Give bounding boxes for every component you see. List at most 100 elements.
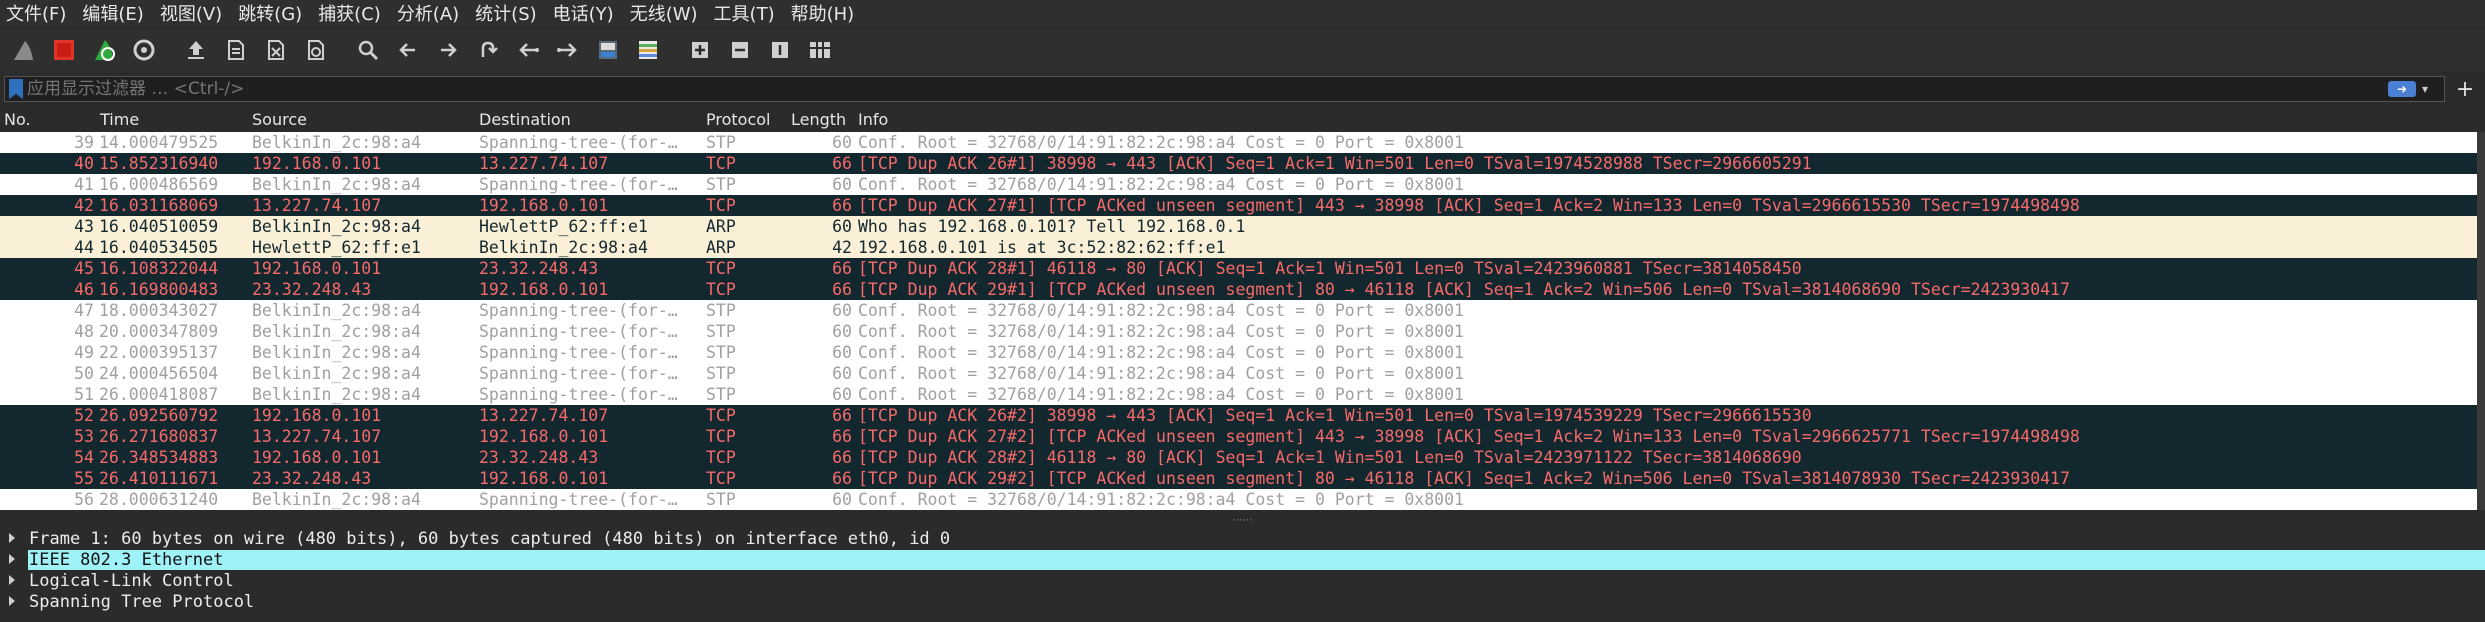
column-destination-header[interactable]: Destination — [479, 110, 571, 129]
packet-row[interactable]: 44 16.040534505 HewlettP_62:ff:e1 BelkinIn_… — [0, 237, 2485, 258]
menu-file[interactable]: 文件(F) — [6, 0, 66, 26]
packet-row[interactable]: 42 16.031168069 13.227.74.107 192.168.0.101… — [0, 195, 2485, 216]
go-first-icon[interactable] — [512, 34, 544, 66]
packet-no-cell: 47 — [74, 301, 94, 320]
packet-destination-cell: Spanning-tree-(for-… — [479, 322, 678, 341]
autoscroll-icon[interactable] — [592, 34, 624, 66]
packet-no-cell: 39 — [74, 133, 94, 152]
packet-source-cell: 192.168.0.101 — [252, 259, 382, 278]
packet-row[interactable]: 48 20.000347809 BelkinIn_2c:98:a4 Spanning-… — [0, 321, 2485, 342]
restart-capture-icon[interactable] — [88, 34, 120, 66]
packet-row[interactable]: 56 28.000631240 BelkinIn_2c:98:a4 Spanning-… — [0, 489, 2485, 510]
go-back-icon[interactable] — [392, 34, 424, 66]
packet-info-cell: Conf. Root = 32768/0/14:91:82:2c:98:a4 C… — [858, 364, 1464, 383]
go-last-icon[interactable] — [552, 34, 584, 66]
open-file-icon[interactable] — [180, 34, 212, 66]
packet-protocol-cell: STP — [706, 385, 736, 404]
packet-row[interactable]: 50 24.000456504 BelkinIn_2c:98:a4 Spanning-… — [0, 363, 2485, 384]
go-forward-icon[interactable] — [432, 34, 464, 66]
packet-length-cell: 66 — [832, 154, 852, 173]
packet-source-cell: 192.168.0.101 — [252, 448, 382, 467]
menu-analyze[interactable]: 分析(A) — [397, 0, 459, 26]
display-filter-input[interactable] — [27, 78, 2388, 100]
save-file-icon[interactable] — [220, 34, 252, 66]
zoom-out-icon[interactable] — [724, 34, 756, 66]
find-packet-icon[interactable] — [352, 34, 384, 66]
packet-destination-cell: Spanning-tree-(for-… — [479, 133, 678, 152]
packet-destination-cell: 192.168.0.101 — [479, 280, 609, 299]
zoom-in-icon[interactable] — [684, 34, 716, 66]
packet-info-cell: Conf. Root = 32768/0/14:91:82:2c:98:a4 C… — [858, 322, 1464, 341]
zoom-normal-icon[interactable] — [764, 34, 796, 66]
stop-capture-icon[interactable] — [48, 34, 80, 66]
packet-details-pane[interactable]: Frame 1: 60 bytes on wire (480 bits), 60… — [0, 528, 2485, 622]
detail-tree-item[interactable]: Spanning Tree Protocol — [0, 591, 2485, 612]
expand-arrow-icon[interactable] — [9, 575, 15, 585]
detail-tree-item[interactable]: IEEE 802.3 Ethernet — [0, 549, 2485, 570]
packet-time-cell: 26.000418087 — [99, 385, 219, 404]
packet-length-cell: 66 — [832, 259, 852, 278]
column-source-header[interactable]: Source — [252, 110, 307, 129]
column-time-header[interactable]: Time — [100, 110, 139, 129]
expand-arrow-icon[interactable] — [9, 554, 15, 564]
packet-destination-cell: 192.168.0.101 — [479, 196, 609, 215]
packet-time-cell: 22.000395137 — [99, 343, 219, 362]
packet-protocol-cell: TCP — [706, 196, 736, 215]
resize-columns-icon[interactable] — [804, 34, 836, 66]
packet-protocol-cell: TCP — [706, 427, 736, 446]
column-length-header[interactable]: Length — [791, 110, 846, 129]
column-info-header[interactable]: Info — [858, 110, 888, 129]
packet-length-cell: 66 — [832, 427, 852, 446]
menu-wireless[interactable]: 无线(W) — [630, 0, 698, 26]
detail-tree-item[interactable]: Logical-Link Control — [0, 570, 2485, 591]
packet-time-cell: 16.031168069 — [99, 196, 219, 215]
column-no-header[interactable]: No. — [4, 110, 31, 129]
packet-protocol-cell: TCP — [706, 280, 736, 299]
detail-tree-item[interactable]: Frame 1: 60 bytes on wire (480 bits), 60… — [0, 528, 2485, 549]
packet-no-cell: 51 — [74, 385, 94, 404]
column-protocol-header[interactable]: Protocol — [706, 110, 770, 129]
colorize-icon[interactable] — [632, 34, 664, 66]
menu-telephony[interactable]: 电话(Y) — [553, 0, 614, 26]
packet-row[interactable]: 45 16.108322044 192.168.0.101 23.32.248.43 T… — [0, 258, 2485, 279]
packet-info-cell: Conf. Root = 32768/0/14:91:82:2c:98:a4 C… — [858, 301, 1464, 320]
packet-row[interactable]: 41 16.000486569 BelkinIn_2c:98:a4 Spanning-… — [0, 174, 2485, 195]
add-filter-button[interactable]: + — [2452, 76, 2478, 102]
close-file-icon[interactable] — [260, 34, 292, 66]
menu-tools[interactable]: 工具(T) — [714, 0, 775, 26]
packet-row[interactable]: 40 15.852316940 192.168.0.101 13.227.74.107… — [0, 153, 2485, 174]
menu-capture[interactable]: 捕获(C) — [318, 0, 381, 26]
pane-splitter[interactable]: ⋯⋯ — [0, 515, 2485, 526]
menu-help[interactable]: 帮助(H) — [791, 0, 855, 26]
capture-options-icon[interactable] — [128, 34, 160, 66]
packet-row[interactable]: 47 18.000343027 BelkinIn_2c:98:a4 Spanning-… — [0, 300, 2485, 321]
bookmark-icon[interactable] — [9, 79, 23, 99]
packet-destination-cell: 192.168.0.101 — [479, 469, 609, 488]
packet-row[interactable]: 55 26.410111671 23.32.248.43 192.168.0.101 T… — [0, 468, 2485, 489]
expand-arrow-icon[interactable] — [9, 533, 15, 543]
packet-row[interactable]: 53 26.271680837 13.227.74.107 192.168.0.101… — [0, 426, 2485, 447]
shark-fin-icon[interactable] — [8, 34, 40, 66]
chevron-down-icon[interactable]: ▾ — [2422, 82, 2438, 96]
expand-arrow-icon[interactable] — [9, 596, 15, 606]
go-to-packet-icon[interactable] — [472, 34, 504, 66]
menu-edit[interactable]: 编辑(E) — [82, 0, 143, 26]
packet-row[interactable]: 49 22.000395137 BelkinIn_2c:98:a4 Spanning-… — [0, 342, 2485, 363]
packet-row[interactable]: 51 26.000418087 BelkinIn_2c:98:a4 Spanning-… — [0, 384, 2485, 405]
packet-row[interactable]: 52 26.092560792 192.168.0.101 13.227.74.107… — [0, 405, 2485, 426]
packet-protocol-cell: STP — [706, 490, 736, 509]
packet-row[interactable]: 54 26.348534883 192.168.0.101 23.32.248.43 T… — [0, 447, 2485, 468]
packet-row[interactable]: 46 16.169800483 23.32.248.43 192.168.0.101 T… — [0, 279, 2485, 300]
packet-time-cell: 16.169800483 — [99, 280, 219, 299]
packet-row[interactable]: 43 16.040510059 BelkinIn_2c:98:a4 HewlettP_… — [0, 216, 2485, 237]
apply-filter-arrow-icon[interactable]: ➜ — [2388, 81, 2416, 97]
packet-row[interactable]: 39 14.000479525 BelkinIn_2c:98:a4 Spanning-… — [0, 132, 2485, 153]
packet-length-cell: 60 — [832, 175, 852, 194]
packet-list[interactable]: 39 14.000479525 BelkinIn_2c:98:a4 Spanning-… — [0, 132, 2485, 510]
packet-list-scrollbar[interactable] — [2477, 132, 2485, 510]
menu-view[interactable]: 视图(V) — [160, 0, 222, 26]
reload-file-icon[interactable] — [300, 34, 332, 66]
menu-go[interactable]: 跳转(G) — [238, 0, 302, 26]
packet-source-cell: 23.32.248.43 — [252, 469, 372, 488]
menu-statistics[interactable]: 统计(S) — [475, 0, 536, 26]
